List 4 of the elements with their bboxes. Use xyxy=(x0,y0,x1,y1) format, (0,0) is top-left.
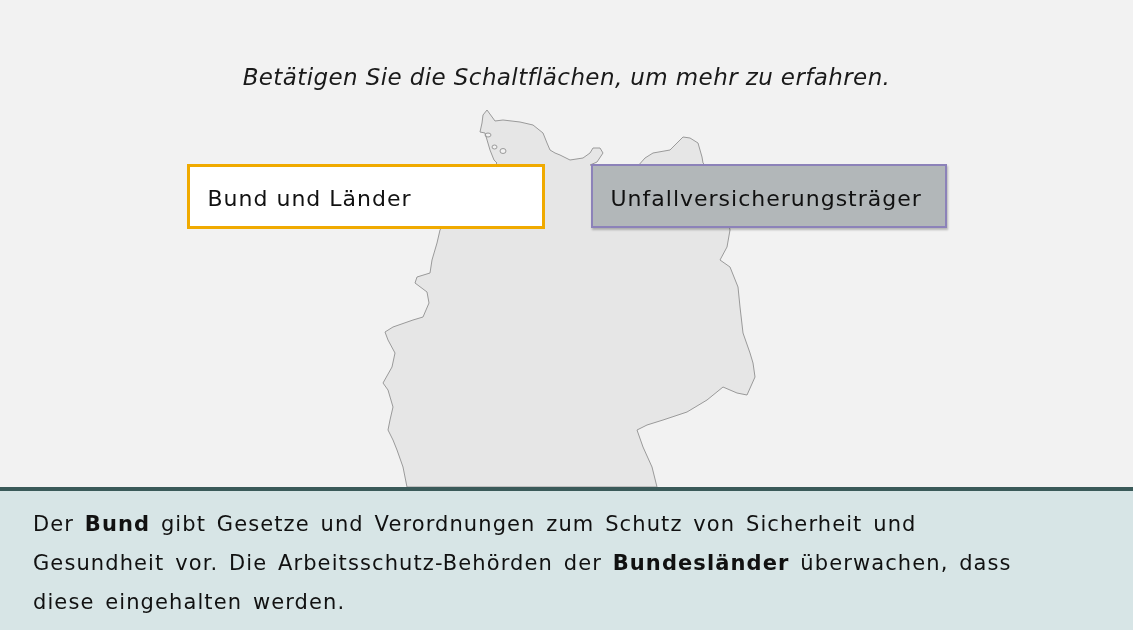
topic-button[interactable]: Bund und Länder xyxy=(186,164,545,229)
topic-button[interactable]: Unfallversicherungsträger xyxy=(590,164,947,228)
info-text: Der Bund gibt Gesetze und Verordnungen zum Schutz von Sicherheit und Gesundheit vor. Die Arbeitsschutz-Behörden der Bundesländer überwachen, dass diese eingehalten werden. xyxy=(33,511,1013,616)
instruction-text: Betätigen Sie die Schaltflächen, um mehr zu erfahren. xyxy=(242,63,891,92)
